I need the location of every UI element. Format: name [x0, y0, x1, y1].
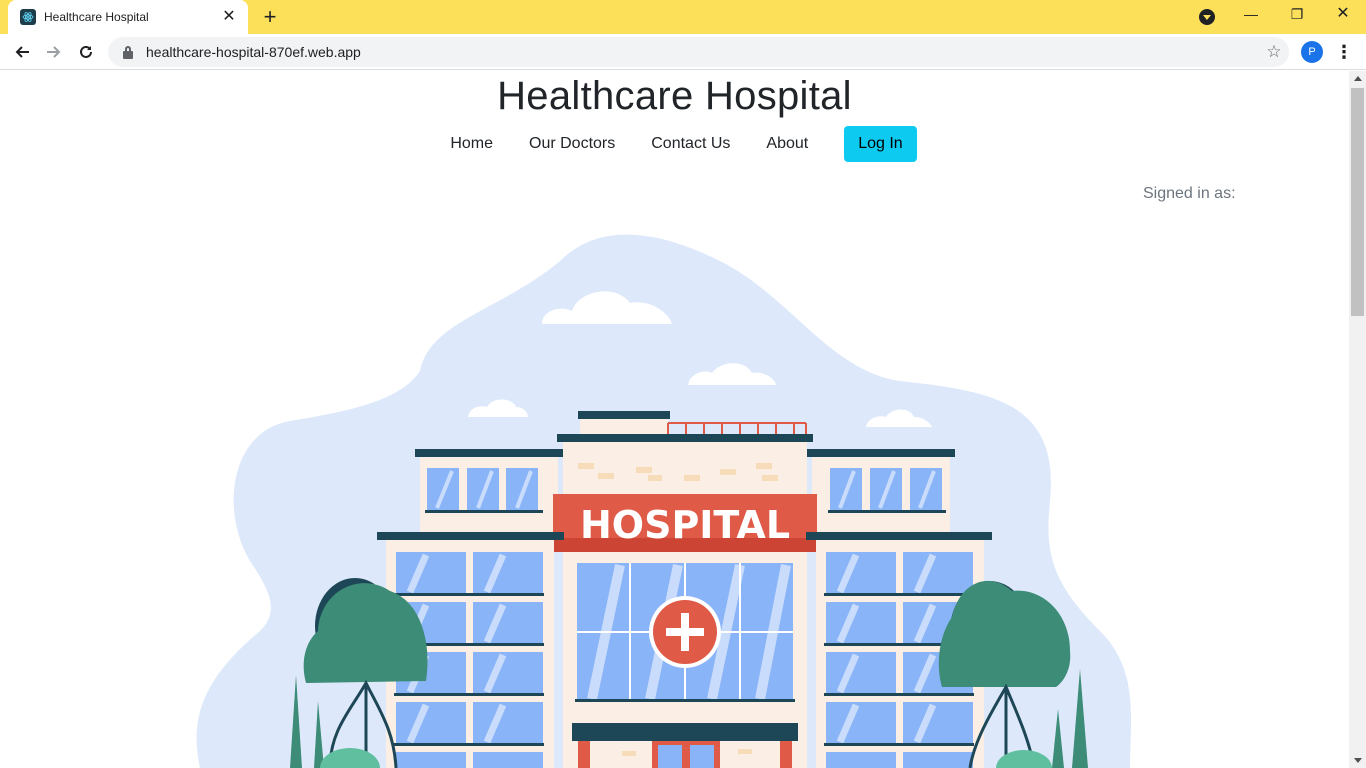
address-bar[interactable]: healthcare-hospital-870ef.web.app ☆ — [108, 37, 1289, 67]
forward-arrow-icon[interactable] — [40, 38, 68, 66]
nav-contact-link[interactable]: Contact Us — [633, 127, 748, 161]
back-arrow-icon[interactable] — [8, 38, 36, 66]
tab-search-icon[interactable] — [1199, 9, 1215, 25]
profile-avatar[interactable]: P — [1301, 41, 1323, 63]
browser-tab[interactable]: Healthcare Hospital ✕ — [8, 0, 248, 34]
react-favicon-icon — [20, 9, 36, 25]
nav-home-link[interactable]: Home — [432, 127, 511, 161]
hospital-illustration: HOSPITAL — [196, 234, 1132, 768]
tab-title: Healthcare Hospital — [44, 10, 149, 24]
signed-in-label: Signed in as: — [1143, 185, 1236, 202]
login-button[interactable]: Log In — [844, 126, 917, 162]
minimize-icon[interactable]: — — [1228, 0, 1274, 30]
vertical-scrollbar[interactable] — [1349, 71, 1366, 768]
plus-icon[interactable]: + — [258, 5, 282, 29]
restore-icon[interactable]: ❐ — [1274, 0, 1320, 30]
scroll-thumb[interactable] — [1351, 88, 1364, 316]
main-nav: Home Our Doctors Contact Us About Log In — [0, 126, 1349, 162]
browser-toolbar: healthcare-hospital-870ef.web.app ☆ P ⋮ — [0, 34, 1366, 70]
tab-strip: Healthcare Hospital ✕ + — ❐ ✕ — [0, 0, 1366, 34]
site-title: Healthcare Hospital — [497, 74, 852, 118]
close-icon[interactable]: ✕ — [220, 8, 238, 26]
reload-icon[interactable] — [72, 38, 100, 66]
kebab-menu-icon[interactable]: ⋮ — [1334, 38, 1354, 66]
close-window-icon[interactable]: ✕ — [1320, 0, 1366, 30]
lock-icon[interactable] — [122, 45, 134, 59]
nav-doctors-link[interactable]: Our Doctors — [511, 127, 633, 161]
scroll-up-icon[interactable] — [1354, 76, 1362, 81]
nav-about-link[interactable]: About — [748, 127, 826, 161]
page-viewport: HOSPITAL Healthcare Hospital Home Our Do… — [0, 71, 1349, 768]
hospital-sign-text: HOSPITAL — [580, 503, 790, 547]
star-icon[interactable]: ☆ — [1259, 42, 1289, 62]
scroll-down-icon[interactable] — [1354, 758, 1362, 763]
url-text[interactable]: healthcare-hospital-870ef.web.app — [146, 44, 1259, 60]
